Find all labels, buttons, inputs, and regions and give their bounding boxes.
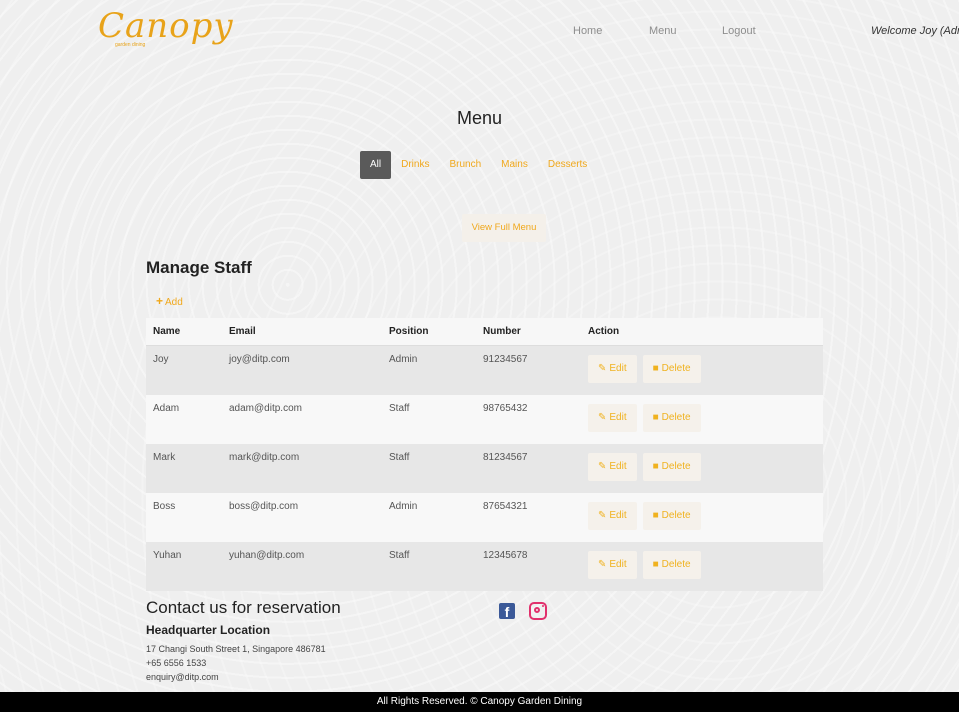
delete-label: Delete bbox=[661, 363, 691, 374]
delete-label: Delete bbox=[661, 510, 691, 521]
delete-label: Delete bbox=[661, 461, 691, 472]
cell-actions: ✎ Edit ■ Delete bbox=[581, 542, 823, 591]
trash-icon: ■ bbox=[652, 412, 659, 423]
edit-button[interactable]: ✎ Edit bbox=[588, 502, 637, 530]
logo-subtitle: garden dining bbox=[115, 42, 146, 48]
trash-icon: ■ bbox=[652, 510, 659, 521]
cell-number: 12345678 bbox=[476, 542, 581, 591]
footer: All Rights Reserved. © Canopy Garden Din… bbox=[0, 692, 959, 712]
table-row: Mark mark@ditp.com Staff 81234567 ✎ Edit ■… bbox=[146, 444, 823, 493]
edit-icon: ✎ bbox=[598, 412, 607, 423]
cell-actions: ✎ Edit ■ Delete bbox=[581, 493, 823, 542]
edit-icon: ✎ bbox=[598, 461, 607, 472]
column-header-number: Number bbox=[476, 318, 581, 346]
cell-position: Staff bbox=[382, 395, 476, 444]
nav-home[interactable]: Home bbox=[573, 25, 602, 37]
trash-icon: ■ bbox=[652, 363, 659, 374]
table-row: Boss boss@ditp.com Admin 87654321 ✎ Edit ■… bbox=[146, 493, 823, 542]
cell-position: Staff bbox=[382, 542, 476, 591]
instagram-icon[interactable] bbox=[529, 602, 547, 620]
hq-email[interactable]: enquiry@ditp.com bbox=[146, 672, 219, 682]
cell-name: Adam bbox=[146, 395, 222, 444]
table-header-row: Name Email Position Number Action bbox=[146, 318, 823, 346]
nav-logout[interactable]: Logout bbox=[722, 25, 756, 37]
cell-position: Admin bbox=[382, 345, 476, 395]
delete-button[interactable]: ■ Delete bbox=[642, 355, 701, 383]
edit-icon: ✎ bbox=[598, 510, 607, 521]
edit-label: Edit bbox=[609, 510, 627, 521]
menu-category-tabs: All Drinks Brunch Mains Desserts bbox=[360, 151, 597, 179]
table-row: Adam adam@ditp.com Staff 98765432 ✎ Edit ■… bbox=[146, 395, 823, 444]
menu-title: Menu bbox=[456, 108, 503, 128]
add-staff-button[interactable]: + Add bbox=[156, 294, 183, 308]
edit-button[interactable]: ✎ Edit bbox=[588, 355, 637, 383]
tab-desserts[interactable]: Desserts bbox=[538, 151, 597, 179]
nav-menu[interactable]: Menu bbox=[649, 25, 677, 37]
cell-name: Joy bbox=[146, 345, 222, 395]
cell-email: mark@ditp.com bbox=[222, 444, 382, 493]
cell-email: joy@ditp.com bbox=[222, 345, 382, 395]
edit-label: Edit bbox=[609, 363, 627, 374]
hq-phone: +65 6556 1533 bbox=[146, 658, 207, 668]
cell-position: Admin bbox=[382, 493, 476, 542]
edit-button[interactable]: ✎ Edit bbox=[588, 404, 637, 432]
facebook-icon[interactable]: f bbox=[499, 603, 515, 620]
delete-button[interactable]: ■ Delete bbox=[642, 551, 701, 579]
cell-position: Staff bbox=[382, 444, 476, 493]
cell-email: adam@ditp.com bbox=[222, 395, 382, 444]
delete-button[interactable]: ■ Delete bbox=[642, 502, 701, 530]
column-header-email: Email bbox=[222, 318, 382, 346]
staff-table: Name Email Position Number Action Joy jo… bbox=[146, 318, 823, 591]
welcome-message: Welcome Joy (Admin bbox=[871, 25, 959, 37]
cell-email: yuhan@ditp.com bbox=[222, 542, 382, 591]
cell-name: Yuhan bbox=[146, 542, 222, 591]
column-header-position: Position bbox=[382, 318, 476, 346]
plus-icon: + bbox=[156, 294, 164, 308]
delete-label: Delete bbox=[661, 559, 691, 570]
edit-icon: ✎ bbox=[598, 363, 607, 374]
cell-name: Boss bbox=[146, 493, 222, 542]
table-row: Yuhan yuhan@ditp.com Staff 12345678 ✎ Edi… bbox=[146, 542, 823, 591]
cell-actions: ✎ Edit ■ Delete bbox=[581, 345, 823, 395]
delete-button[interactable]: ■ Delete bbox=[642, 404, 701, 432]
logo[interactable]: Canopy bbox=[98, 6, 234, 46]
edit-label: Edit bbox=[609, 559, 627, 570]
contact-title: Contact us for reservation bbox=[146, 598, 341, 617]
add-label: Add bbox=[165, 297, 183, 308]
cell-number: 87654321 bbox=[476, 493, 581, 542]
tab-all[interactable]: All bbox=[360, 151, 392, 179]
cell-actions: ✎ Edit ■ Delete bbox=[581, 395, 823, 444]
hq-location-title: Headquarter Location bbox=[146, 623, 271, 637]
top-navbar: Canopy garden dining Home Menu Logout We… bbox=[0, 0, 959, 64]
cell-number: 81234567 bbox=[476, 444, 581, 493]
edit-button[interactable]: ✎ Edit bbox=[588, 453, 637, 481]
delete-label: Delete bbox=[661, 412, 691, 423]
cell-actions: ✎ Edit ■ Delete bbox=[581, 444, 823, 493]
tab-brunch[interactable]: Brunch bbox=[439, 151, 491, 179]
trash-icon: ■ bbox=[652, 461, 659, 472]
tab-mains[interactable]: Mains bbox=[491, 151, 538, 179]
edit-button[interactable]: ✎ Edit bbox=[588, 551, 637, 579]
delete-button[interactable]: ■ Delete bbox=[642, 453, 701, 481]
trash-icon: ■ bbox=[652, 559, 659, 570]
column-header-action: Action bbox=[581, 318, 823, 346]
edit-label: Edit bbox=[609, 412, 627, 423]
view-full-menu-button[interactable]: View Full Menu bbox=[462, 214, 546, 242]
cell-number: 98765432 bbox=[476, 395, 581, 444]
table-row: Joy joy@ditp.com Admin 91234567 ✎ Edit ■ De… bbox=[146, 345, 823, 395]
cell-email: boss@ditp.com bbox=[222, 493, 382, 542]
edit-label: Edit bbox=[609, 461, 627, 472]
cell-number: 91234567 bbox=[476, 345, 581, 395]
tab-drinks[interactable]: Drinks bbox=[391, 151, 439, 179]
edit-icon: ✎ bbox=[598, 559, 607, 570]
cell-name: Mark bbox=[146, 444, 222, 493]
manage-staff-title: Manage Staff bbox=[146, 258, 252, 277]
hq-address: 17 Changi South Street 1, Singapore 4867… bbox=[146, 644, 326, 654]
column-header-name: Name bbox=[146, 318, 222, 346]
